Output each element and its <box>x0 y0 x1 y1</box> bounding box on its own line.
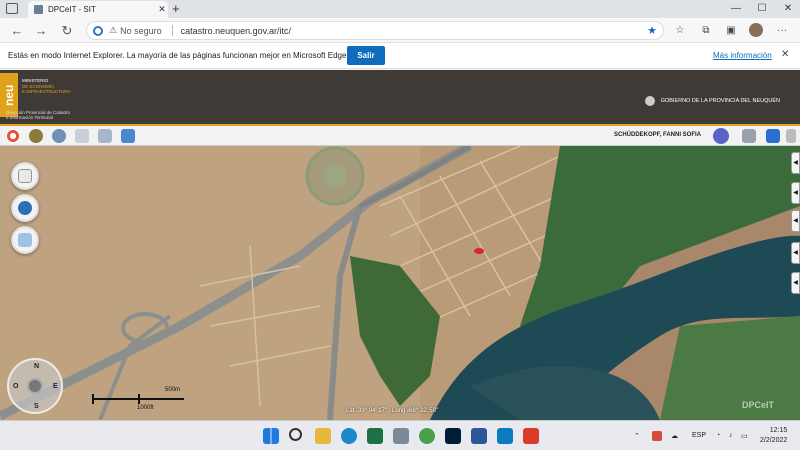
map-watermark: DPCeIT <box>742 400 775 410</box>
map-imagery <box>0 146 800 420</box>
maximize-button[interactable]: ☐ <box>750 0 774 18</box>
side-panel-tab-4[interactable]: ◀ <box>791 242 800 264</box>
language-indicator[interactable]: ESP <box>692 432 706 439</box>
windows-taskbar: ⌃ ☁ ESP ◔ ♪ ▭ 12:15 2/2/2022 <box>0 420 800 450</box>
coordinates-readout: Lat -39° 04' 17" ; Long -68° 32' 59" <box>346 408 439 414</box>
side-panel-tab-3[interactable]: ◀ <box>791 210 800 232</box>
satellite-map[interactable]: N S E O 500m 1000ft Lat -39° 04' 17" ; L… <box>0 146 800 420</box>
government-text: GOBIERNO DE LA PROVINCIA DEL NEUQUÉN <box>660 98 780 104</box>
building-layer-button[interactable] <box>11 226 39 254</box>
tray-chevron-icon[interactable]: ⌃ <box>634 432 640 440</box>
globe-basemap-button[interactable] <box>11 194 39 222</box>
clock-time: 12:15 <box>769 427 788 434</box>
ministry-label: MINISTERIO DE ECONOMÍA E INFRAESTRUCTURA <box>22 78 71 95</box>
tab-title: DPCeIT - SIT <box>48 5 96 14</box>
compass-north[interactable]: N <box>34 363 39 370</box>
scale-tick-mid <box>138 394 140 404</box>
more-menu-icon[interactable]: ··· <box>775 24 789 37</box>
tray-app-icon[interactable] <box>652 431 662 441</box>
minimize-button[interactable]: — <box>724 0 748 18</box>
profile-avatar[interactable] <box>749 23 763 37</box>
government-label: GOBIERNO DE LA PROVINCIA DEL NEUQUÉN <box>644 96 780 106</box>
edit-tool-icon[interactable] <box>75 129 89 143</box>
browser-tab-strip: DPCeIT - SIT ✕ + — ☐ ✕ <box>0 0 800 18</box>
directorate-line-2: e Información Territorial <box>6 115 53 120</box>
address-bar[interactable]: ⚠ No seguro catastro.neuquen.gov.ar/itc/… <box>86 21 664 40</box>
system-clock[interactable]: 12:15 2/2/2022 <box>760 426 787 446</box>
ie-mode-infobar: Estás en modo Internet Explorer. La mayo… <box>0 43 800 69</box>
exit-ie-mode-button[interactable]: Salir <box>347 46 385 65</box>
ministry-line-3: E INFRAESTRUCTURA <box>22 89 71 94</box>
chrome-icon[interactable] <box>419 428 435 444</box>
cloud-icon[interactable]: ☁ <box>671 432 678 440</box>
battery-icon[interactable]: ▭ <box>741 432 748 440</box>
province-seal-icon <box>644 96 655 106</box>
ie-mode-icon[interactable] <box>93 25 103 36</box>
compass-east[interactable]: E <box>53 383 58 390</box>
compass-south[interactable]: S <box>34 403 39 410</box>
refresh-icon[interactable]: ↻ <box>58 22 76 40</box>
edge-browser-icon[interactable] <box>341 428 357 444</box>
eject-icon[interactable] <box>786 129 796 143</box>
username-label: SCHÜDDEKOPF, FANNI SOFIA <box>614 132 702 138</box>
start-windows-icon[interactable] <box>263 428 279 444</box>
excel-icon[interactable] <box>367 428 383 444</box>
tab-actions-icon[interactable] <box>6 3 18 14</box>
security-label[interactable]: No seguro <box>120 26 162 36</box>
scale-label-feet: 1000ft <box>137 405 154 411</box>
side-panel-tab-1[interactable]: ◀ <box>791 152 800 174</box>
scale-label-meters: 500m <box>165 387 181 393</box>
layers-list-button[interactable] <box>11 162 39 190</box>
infobar-message: Estás en modo Internet Explorer. La mayo… <box>8 51 349 60</box>
word-icon[interactable] <box>471 428 487 444</box>
map-search-icon[interactable] <box>52 129 66 143</box>
logout-icon[interactable] <box>766 129 780 143</box>
user-avatar-icon[interactable] <box>713 128 729 144</box>
address-toolbar: ← → ↻ ⚠ No seguro catastro.neuquen.gov.a… <box>0 18 800 43</box>
user-search-icon[interactable] <box>29 129 43 143</box>
side-panel-tab-2[interactable]: ◀ <box>791 182 800 204</box>
office-app-icon[interactable] <box>523 428 539 444</box>
directorate-label: Dirección Provincial de Catastro e Infor… <box>6 110 70 120</box>
share-tool-icon[interactable] <box>121 129 135 143</box>
map-scale-bar <box>92 394 184 404</box>
table-tool-icon[interactable] <box>98 129 112 143</box>
tab-dpceit[interactable]: DPCeIT - SIT ✕ <box>28 1 168 18</box>
warning-icon: ⚠ <box>109 25 118 35</box>
page-favicon-icon <box>34 5 43 14</box>
address-separator <box>171 25 173 36</box>
extensions-icon[interactable]: ▣ <box>724 24 738 37</box>
calculator-icon[interactable] <box>393 428 409 444</box>
more-info-link[interactable]: Más información <box>713 51 772 60</box>
settings-tools-icon[interactable] <box>742 129 756 143</box>
photoshop-icon[interactable] <box>445 428 461 444</box>
forward-icon[interactable]: → <box>32 22 50 40</box>
collections-icon[interactable]: ⧉ <box>699 24 713 37</box>
search-icon[interactable] <box>289 428 302 441</box>
side-panel-tab-5[interactable]: ◀ <box>791 272 800 294</box>
favorites-icon[interactable]: ☆ <box>673 24 687 37</box>
app-header: neu MINISTERIO DE ECONOMÍA E INFRAESTRUC… <box>0 70 800 124</box>
url-text[interactable]: catastro.neuquen.gov.ar/itc/ <box>181 26 291 36</box>
wifi-icon[interactable]: ◔ <box>716 432 720 439</box>
photos-icon[interactable] <box>497 428 513 444</box>
tab-close-button[interactable]: ✕ <box>156 4 168 15</box>
new-tab-button[interactable]: + <box>172 1 180 16</box>
compass-west[interactable]: O <box>13 383 18 390</box>
infobar-close-button[interactable]: ✕ <box>781 49 789 60</box>
back-icon[interactable]: ← <box>8 22 26 40</box>
close-window-button[interactable]: ✕ <box>776 0 800 18</box>
compass-center-icon[interactable] <box>27 378 43 394</box>
volume-icon[interactable]: ♪ <box>729 432 733 439</box>
favorite-star-icon[interactable]: ★ <box>647 24 657 37</box>
scale-tick-start <box>92 394 94 404</box>
navigation-compass[interactable]: N S E O <box>7 358 63 414</box>
help-lifebuoy-icon[interactable] <box>6 129 20 143</box>
file-explorer-icon[interactable] <box>315 428 331 444</box>
clock-date: 2/2/2022 <box>760 437 788 444</box>
app-toolbar: SCHÜDDEKOPF, FANNI SOFIA <box>0 126 800 146</box>
